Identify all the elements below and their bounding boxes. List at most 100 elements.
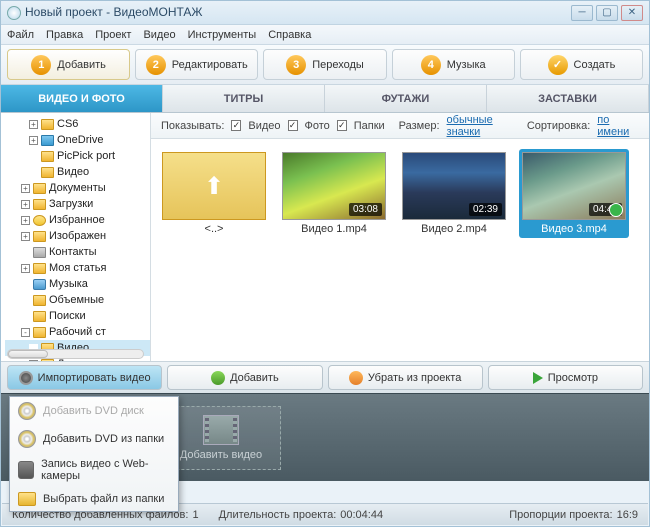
thumbnail-grid: ⬆<..>03:08Видео 1.mp402:39Видео 2.mp404:… <box>151 139 649 361</box>
tree-toggle[interactable]: - <box>21 328 30 337</box>
remove-icon <box>349 371 363 385</box>
menu-help[interactable]: Справка <box>268 29 311 41</box>
step-add[interactable]: 1Добавить <box>7 49 130 80</box>
menu-video[interactable]: Видео <box>143 29 175 41</box>
preview-button[interactable]: Просмотр <box>488 365 643 390</box>
video-item[interactable]: 03:08Видео 1.mp4 <box>279 149 389 238</box>
timeline-placeholder[interactable]: Добавить видео <box>161 406 281 470</box>
tree-toggle[interactable]: + <box>21 264 30 273</box>
tree-toggle[interactable]: + <box>29 360 38 362</box>
check-photo[interactable]: ✓ <box>288 120 298 131</box>
step-create[interactable]: ✓Создать <box>520 49 643 80</box>
video-item[interactable]: 04:44 Видео 3.mp4 <box>519 149 629 238</box>
video-item[interactable]: 02:39Видео 2.mp4 <box>399 149 509 238</box>
duration-badge: 02:39 <box>469 203 502 216</box>
import-video-button[interactable]: Импортировать видео <box>7 365 162 390</box>
check-video[interactable]: ✓ <box>231 120 241 131</box>
sort-link[interactable]: по имени <box>597 114 639 138</box>
size-link[interactable]: обычные значки <box>447 114 520 138</box>
folder-tree[interactable]: + CS6 +OneDrive PicPick port Видео+Документы… <box>1 113 151 361</box>
remove-button[interactable]: Убрать из проекта <box>328 365 483 390</box>
popup-webcam[interactable]: Запись видео с Web-камеры <box>10 453 178 487</box>
popup-file[interactable]: Выбрать файл из папки <box>10 487 178 511</box>
tree-item[interactable]: +Избранное <box>5 212 150 228</box>
add-button[interactable]: Добавить <box>167 365 322 390</box>
tree-item[interactable]: Музыка <box>5 276 150 292</box>
tree-item[interactable]: +Документы <box>5 180 150 196</box>
tree-toggle <box>29 152 38 161</box>
webcam-icon <box>18 461 34 479</box>
step-music[interactable]: 4Музыка <box>392 49 515 80</box>
tree-item[interactable]: Видео <box>5 164 150 180</box>
tree-item[interactable]: -Рабочий ст <box>5 324 150 340</box>
close-button[interactable]: ✕ <box>621 5 643 21</box>
video-thumbnail: 02:39 <box>402 152 506 220</box>
tree-toggle <box>21 248 30 257</box>
tree-toggle[interactable]: + <box>21 200 30 209</box>
menu-project[interactable]: Проект <box>95 29 131 41</box>
folder-icon <box>41 119 54 130</box>
thumb-caption: Видео 1.mp4 <box>301 223 367 235</box>
plus-icon <box>211 371 225 385</box>
folder-icon <box>33 295 46 306</box>
tree-toggle[interactable]: + <box>21 184 30 193</box>
tree-scrollbar[interactable] <box>7 349 144 359</box>
tree-label: PicPick port <box>57 150 115 162</box>
tree-label: CS6 <box>57 118 78 130</box>
menu-file[interactable]: Файл <box>7 29 34 41</box>
show-label: Показывать: <box>161 120 224 132</box>
dvd-icon <box>18 430 36 448</box>
gray-icon <box>33 247 46 258</box>
thumb-caption: Видео 3.mp4 <box>541 223 607 235</box>
tree-toggle[interactable]: + <box>21 232 30 241</box>
menu-tools[interactable]: Инструменты <box>188 29 257 41</box>
app-window: Новый проект - ВидеоМОНТАЖ ─ ▢ ✕ Файл Пр… <box>0 0 650 527</box>
tree-label: Музыка <box>49 278 88 290</box>
tree-toggle <box>21 312 30 321</box>
tree-toggle[interactable]: + <box>29 120 38 129</box>
tree-item[interactable]: +Моя статья <box>5 260 150 276</box>
folder-icon <box>41 167 54 178</box>
minimize-button[interactable]: ─ <box>571 5 593 21</box>
folder-icon <box>18 492 36 506</box>
maximize-button[interactable]: ▢ <box>596 5 618 21</box>
status-aspect-label: Пропорции проекта: <box>509 509 612 521</box>
tab-intros[interactable]: ЗАСТАВКИ <box>487 85 649 112</box>
tree-label: Объемные <box>49 294 104 306</box>
step-edit[interactable]: 2Редактировать <box>135 49 258 80</box>
popup-add-dvd-disc: Добавить DVD диск <box>10 397 178 425</box>
menu-edit[interactable]: Правка <box>46 29 83 41</box>
thumb-caption: <..> <box>205 223 224 235</box>
tree-item[interactable]: PicPick port <box>5 148 150 164</box>
tab-footages[interactable]: ФУТАЖИ <box>325 85 487 112</box>
tree-toggle[interactable]: + <box>21 216 30 225</box>
import-icon <box>19 371 33 385</box>
size-label: Размер: <box>399 120 440 132</box>
tree-item[interactable]: +Изображен <box>5 228 150 244</box>
folder-icon <box>33 263 46 274</box>
titlebar: Новый проект - ВидеоМОНТАЖ ─ ▢ ✕ <box>1 1 649 25</box>
film-icon <box>203 415 239 445</box>
tree-item[interactable]: Объемные <box>5 292 150 308</box>
tree-item[interactable]: +Загрузки <box>5 196 150 212</box>
folder-up-item[interactable]: ⬆<..> <box>159 149 269 238</box>
tree-item[interactable]: Поиски <box>5 308 150 324</box>
file-browser: Показывать: ✓Видео ✓Фото ✓Папки Размер: … <box>151 113 649 361</box>
tree-toggle[interactable]: + <box>29 136 38 145</box>
step-transitions[interactable]: 3Переходы <box>263 49 386 80</box>
play-icon <box>533 372 543 384</box>
tree-item[interactable]: +OneDrive <box>5 132 150 148</box>
source-tabs: ВИДЕО И ФОТО ТИТРЫ ФУТАЖИ ЗАСТАВКИ <box>1 85 649 113</box>
popup-add-dvd-folder[interactable]: Добавить DVD из папки <box>10 425 178 453</box>
status-files-count: 1 <box>192 509 198 521</box>
tab-video-photo[interactable]: ВИДЕО И ФОТО <box>1 85 163 112</box>
check-folders[interactable]: ✓ <box>337 120 347 131</box>
tree-item[interactable]: Контакты <box>5 244 150 260</box>
tree-toggle <box>21 296 30 305</box>
tree-item[interactable]: + CS6 <box>5 116 150 132</box>
tab-titles[interactable]: ТИТРЫ <box>163 85 325 112</box>
video-thumbnail: 04:44 <box>522 152 626 220</box>
folder-icon <box>33 327 46 338</box>
window-title: Новый проект - ВидеоМОНТАЖ <box>25 5 203 19</box>
status-duration-val: 00:04:44 <box>340 509 383 521</box>
